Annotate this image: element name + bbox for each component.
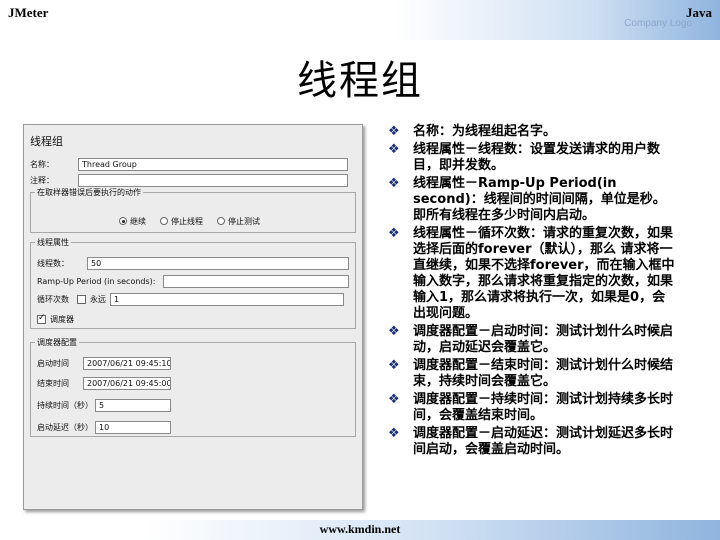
radio-stop-test[interactable]: 停止测试 bbox=[217, 216, 260, 227]
end-time-row: 结束时间 2007/06/21 09:45:00 bbox=[37, 376, 171, 390]
radio-dot bbox=[119, 217, 127, 225]
loop-label: 循环次数 bbox=[37, 294, 69, 304]
end-time-input[interactable]: 2007/06/21 09:45:00 bbox=[83, 376, 171, 390]
threads-input[interactable]: 50 bbox=[87, 256, 349, 270]
bullet-marker-icon: ❖ bbox=[388, 176, 400, 191]
comment-row: 注释： bbox=[30, 173, 348, 187]
threads-row: 线程数： 50 bbox=[37, 256, 349, 270]
bullet-text: 调度器配置－启动延迟：测试计划延迟多长时间启动，会覆盖启动时间。 bbox=[413, 426, 674, 457]
name-row: 名称： Thread Group bbox=[30, 157, 348, 171]
end-time-label: 结束时间 bbox=[37, 378, 69, 388]
bullet-text: 线程属性－线程数：设置发送请求的用户数目，即并发数。 bbox=[413, 142, 661, 173]
name-input[interactable]: Thread Group bbox=[78, 157, 348, 171]
thread-properties-legend: 线程属性 bbox=[37, 238, 69, 247]
loop-count-input[interactable]: 1 bbox=[110, 292, 344, 306]
bullet-item: ❖ 线程属性－循环次数：请求的重复次数，如果选择后面的forever（默认），那么… bbox=[388, 226, 678, 322]
panel-title: 线程组 bbox=[30, 135, 63, 148]
comment-label: 注释： bbox=[30, 175, 54, 185]
header-band: JMeter Java Company Logo bbox=[0, 0, 720, 40]
header-left-label: JMeter bbox=[8, 5, 49, 20]
start-time-row: 启动时间 2007/06/21 09:45:10 bbox=[37, 356, 171, 370]
bullet-marker-icon: ❖ bbox=[388, 142, 400, 157]
error-action-group: 在取样器错误后要执行的动作 继续 停止线程 停止测试 bbox=[30, 187, 356, 233]
company-logo-text: Company Logo bbox=[624, 18, 692, 29]
ramp-row: Ramp-Up Period (in seconds): bbox=[37, 274, 349, 288]
name-label: 名称： bbox=[30, 159, 54, 169]
bullet-marker-icon: ❖ bbox=[388, 324, 400, 339]
bullet-text: 线程属性－Ramp-Up Period(in second)：线程间的时间间隔，… bbox=[413, 176, 666, 223]
loop-forever-label: 永远 bbox=[90, 294, 106, 304]
scheduler-label: 调度器 bbox=[50, 314, 74, 324]
loop-row: 循环次数 永远 1 bbox=[37, 292, 344, 306]
radio-continue[interactable]: 继续 bbox=[119, 216, 146, 227]
duration-row: 持续时间（秒） 5 bbox=[37, 398, 171, 412]
loop-forever-checkbox[interactable] bbox=[77, 294, 86, 304]
radio-continue-label: 继续 bbox=[130, 216, 146, 226]
bullet-marker-icon: ❖ bbox=[388, 124, 400, 139]
radio-dot bbox=[217, 217, 225, 225]
bullet-item: ❖ 线程属性－Ramp-Up Period(in second)：线程间的时间间隔… bbox=[388, 176, 678, 224]
radio-stop-thread-label: 停止线程 bbox=[171, 216, 203, 226]
bullet-item: ❖ 调度器配置－结束时间：测试计划什么时候结束，持续时间会覆盖它。 bbox=[388, 358, 678, 390]
bullet-item: ❖ 调度器配置－启动延迟：测试计划延迟多长时间启动，会覆盖启动时间。 bbox=[388, 426, 678, 458]
bullet-text: 调度器配置－结束时间：测试计划什么时候结束，持续时间会覆盖它。 bbox=[413, 358, 674, 389]
bullet-text: 名称：为线程组起名字。 bbox=[413, 124, 557, 139]
footer-url[interactable]: www.kmdin.net bbox=[0, 522, 720, 537]
start-time-label: 启动时间 bbox=[37, 358, 69, 368]
bullet-marker-icon: ❖ bbox=[388, 226, 400, 241]
ramp-input[interactable] bbox=[163, 274, 349, 288]
slide-title: 线程组 bbox=[297, 58, 423, 104]
bullet-marker-icon: ❖ bbox=[388, 358, 400, 373]
bullet-item: ❖ 调度器配置－持续时间：测试计划持续多长时间，会覆盖结束时间。 bbox=[388, 392, 678, 424]
scheduler-config-legend: 调度器配置 bbox=[37, 338, 77, 347]
delay-input[interactable]: 10 bbox=[95, 420, 171, 434]
scheduler-config-group: 调度器配置 启动时间 2007/06/21 09:45:10 结束时间 2007… bbox=[30, 337, 356, 437]
error-action-legend: 在取样器错误后要执行的动作 bbox=[37, 188, 141, 197]
bullet-list: ❖ 名称：为线程组起名字。 ❖ 线程属性－线程数：设置发送请求的用户数目，即并发数。… bbox=[388, 124, 678, 460]
duration-input[interactable]: 5 bbox=[95, 398, 171, 412]
bullet-text: 调度器配置－启动时间：测试计划什么时候启动，启动延迟会覆盖它。 bbox=[413, 324, 674, 355]
scheduler-row: 调度器 bbox=[37, 312, 74, 326]
ramp-label: Ramp-Up Period (in seconds): bbox=[37, 276, 156, 286]
bullet-item: ❖ 名称：为线程组起名字。 bbox=[388, 124, 678, 140]
scheduler-checkbox[interactable] bbox=[37, 313, 46, 324]
bullet-text: 线程属性－循环次数：请求的重复次数，如果选择后面的forever（默认），那么 … bbox=[413, 226, 675, 321]
radio-stop-thread[interactable]: 停止线程 bbox=[160, 216, 203, 227]
bullet-marker-icon: ❖ bbox=[388, 426, 400, 441]
bullet-marker-icon: ❖ bbox=[388, 392, 400, 407]
start-time-input[interactable]: 2007/06/21 09:45:10 bbox=[83, 356, 171, 370]
radio-dot bbox=[160, 217, 168, 225]
error-action-options: 继续 停止线程 停止测试 bbox=[119, 214, 274, 228]
duration-label: 持续时间（秒） bbox=[37, 400, 93, 410]
bullet-text: 调度器配置－持续时间：测试计划持续多长时间，会覆盖结束时间。 bbox=[413, 392, 674, 423]
thread-properties-group: 线程属性 线程数： 50 Ramp-Up Period (in seconds)… bbox=[30, 237, 356, 329]
delay-row: 启动延迟（秒） 10 bbox=[37, 420, 171, 434]
radio-stop-test-label: 停止测试 bbox=[228, 216, 260, 226]
bullet-item: ❖ 调度器配置－启动时间：测试计划什么时候启动，启动延迟会覆盖它。 bbox=[388, 324, 678, 356]
thread-group-screenshot: 线程组 名称： Thread Group 注释： 在取样器错误后要执行的动作 继… bbox=[23, 124, 363, 510]
bullet-item: ❖ 线程属性－线程数：设置发送请求的用户数目，即并发数。 bbox=[388, 142, 678, 174]
delay-label: 启动延迟（秒） bbox=[37, 422, 93, 432]
comment-input[interactable] bbox=[78, 173, 348, 187]
threads-label: 线程数： bbox=[37, 258, 69, 268]
